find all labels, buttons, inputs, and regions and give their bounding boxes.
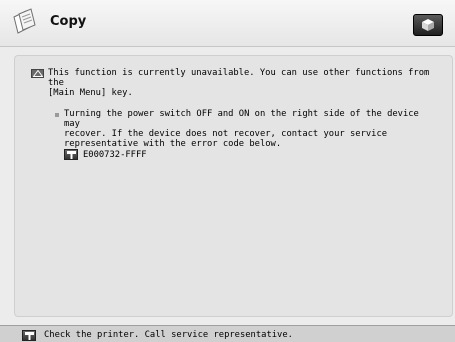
main-menu-button[interactable]: [413, 14, 443, 36]
copy-error-screen: Copy This function is currently unavaila…: [0, 0, 455, 342]
bullet-marker: [55, 113, 59, 117]
warning-message: This function is currently unavailable. …: [48, 68, 430, 98]
status-message: Check the printer. Call service represen…: [44, 330, 293, 340]
copy-documents-icon: [10, 7, 40, 37]
error-code: E000732-FFFF: [83, 150, 147, 160]
page-title: Copy: [50, 14, 87, 29]
header-bar: Copy: [0, 0, 455, 47]
wrench-service-icon: [22, 330, 36, 341]
wrench-service-icon: [64, 149, 78, 160]
instruction-message: Turning the power switch OFF and ON on t…: [64, 109, 419, 149]
main-menu-cube-icon: [422, 19, 434, 31]
warning-triangle-icon: [31, 69, 44, 78]
message-panel: This function is currently unavailable. …: [14, 55, 453, 317]
status-bar: Check the printer. Call service represen…: [0, 325, 455, 342]
